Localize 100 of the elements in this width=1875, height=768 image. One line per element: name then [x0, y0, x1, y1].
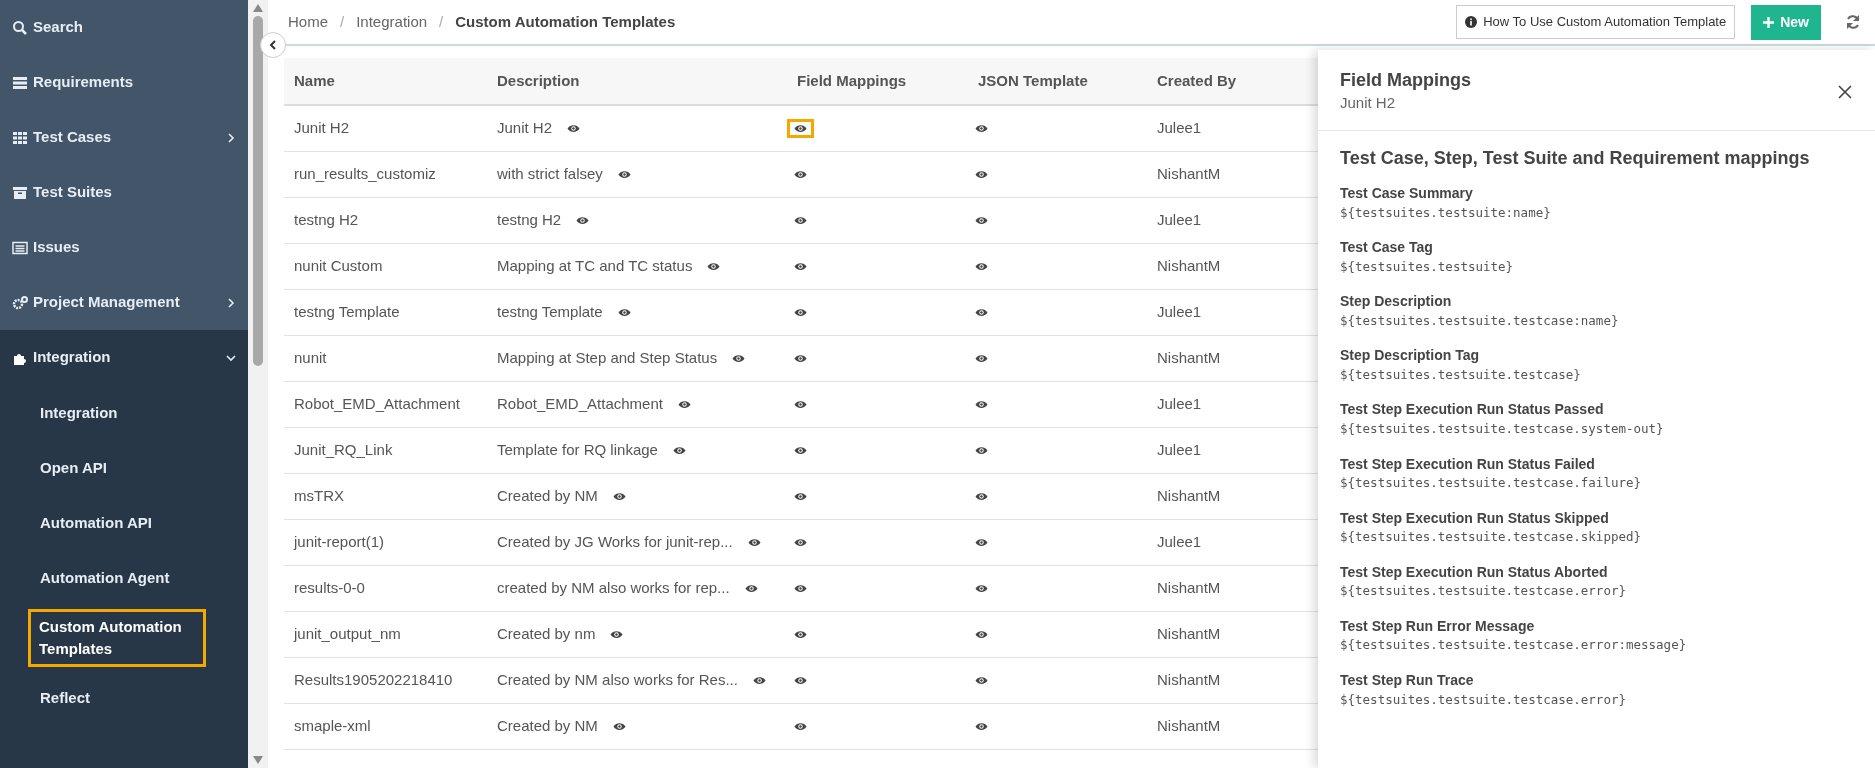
- mapping-value: ${testsuites.testsuite}: [1340, 257, 1515, 276]
- table-cell: nunit Custom: [294, 256, 383, 274]
- mapping-value: ${testsuites.testsuite.testcase.error:message}: [1340, 636, 1688, 654]
- sidebar-item[interactable]: Issues: [0, 220, 248, 275]
- breadcrumb-item[interactable]: Integration: [356, 10, 428, 34]
- table-cell: run_results_customiz: [294, 164, 436, 182]
- table-cell-text: Mapping at Step and Step Status: [497, 347, 718, 368]
- sidebar-item[interactable]: Integration: [0, 330, 248, 385]
- archive-icon: [12, 184, 28, 201]
- gears-icon: [12, 294, 28, 311]
- table-cell-text: Junit H2: [497, 118, 553, 138]
- table-cell: testng Template: [294, 302, 400, 320]
- column-header: JSON Template: [978, 71, 1088, 89]
- table-cell-text: Created by NM: [497, 485, 598, 506]
- table-cell: NishantM: [1157, 256, 1221, 274]
- table-cell: Julee1: [1157, 210, 1202, 228]
- table-cell-text: Template for RQ linkage: [497, 439, 658, 460]
- column-header: Created By: [1157, 71, 1237, 89]
- mapping-value: ${testsuites.testsuite.testcase}: [1340, 365, 1582, 384]
- table-cell-text: Created by nm: [497, 623, 596, 644]
- mapping-label: Test Case Summary: [1340, 184, 1474, 204]
- mapping-label: Test Step Execution Run Status Failed: [1340, 454, 1596, 474]
- table-cell: NishantM: [1157, 578, 1221, 596]
- sidebar-subitem[interactable]: Open API: [28, 450, 119, 485]
- sidebar-subitem[interactable]: Reflect: [28, 681, 103, 715]
- column-header: Name: [294, 71, 335, 89]
- mapping-label: Test Step Execution Run Status Skipped: [1340, 508, 1610, 528]
- sidebar-item[interactable]: Requirements: [0, 55, 248, 110]
- table-cell-text: Mapping at TC and TC status: [497, 255, 693, 276]
- panel-title: Field Mappings: [1340, 70, 1471, 92]
- grid-icon: [12, 129, 28, 146]
- mapping-value: ${testsuites.testsuite.testcase:name}: [1340, 311, 1620, 330]
- sidebar-item[interactable]: Test Cases: [0, 110, 248, 165]
- table-cell: NishantM: [1157, 624, 1221, 642]
- mapping-label: Test Step Execution Run Status Passed: [1340, 400, 1605, 420]
- table-cell: Junit_RQ_Link: [294, 440, 393, 458]
- table-cell: Robot_EMD_Attachment: [294, 394, 460, 412]
- table-cell: Results1905202218410: [294, 670, 453, 688]
- scrollbar-thumb[interactable]: [253, 16, 263, 366]
- sidebar-subitem[interactable]: Automation API: [28, 505, 164, 540]
- table-cell: smaple-xml: [294, 716, 371, 734]
- table-cell: testng H2: [294, 210, 359, 228]
- mapping-value: ${testsuites.testsuite.testcase.failure}: [1340, 474, 1643, 492]
- panel-subtitle: Junit H2: [1340, 92, 1397, 113]
- breadcrumb-item[interactable]: Home: [288, 10, 328, 34]
- sidebar-item[interactable]: Test Suites: [0, 165, 248, 220]
- plus-icon: [1763, 16, 1775, 28]
- breadcrumb-separator: /: [340, 11, 345, 32]
- sidebar-subitem[interactable]: Automation Agent: [28, 560, 182, 595]
- mapping-value: ${testsuites.testsuite.testcase.system-out}: [1340, 420, 1665, 438]
- help-button[interactable]: How To Use Custom Automation Template: [1456, 5, 1736, 39]
- table-cell: nunit: [294, 348, 327, 366]
- breadcrumb-item: Custom Automation Templates: [455, 11, 676, 32]
- table-cell: NishantM: [1157, 716, 1221, 734]
- table-cell-text: Created by JG Works for junit-rep...: [497, 531, 733, 552]
- view-icon[interactable]: [787, 119, 814, 138]
- mapping-label: Test Step Run Error Message: [1340, 616, 1536, 636]
- mapping-value: ${testsuites.testsuite.testcase.skipped}: [1340, 528, 1643, 546]
- breadcrumb-separator: /: [439, 11, 444, 32]
- refresh-icon[interactable]: [1845, 14, 1861, 30]
- table-cell: junit_output_nm: [294, 624, 401, 642]
- mapping-label: Test Case Tag: [1340, 238, 1434, 258]
- table-cell-text: testng H2: [497, 209, 562, 230]
- mapping-label: Step Description: [1340, 292, 1453, 312]
- scroll-down-icon[interactable]: [253, 756, 263, 764]
- table-cell: results-0-0: [294, 578, 365, 596]
- table-cell-text: Created by NM: [497, 715, 598, 736]
- mapping-label: Test Step Run Trace: [1340, 670, 1475, 690]
- table-cell: NishantM: [1157, 164, 1221, 182]
- table-cell: junit-report(1): [294, 532, 385, 550]
- column-header: Description: [497, 71, 580, 89]
- table-cell-text: Robot_EMD_Attachment: [497, 393, 663, 414]
- table-cell-text: with strict falsey: [497, 163, 603, 184]
- sidebar-item[interactable]: Project Management: [0, 275, 248, 330]
- search-icon: [12, 19, 28, 36]
- mapping-label: Test Step Execution Run Status Aborted: [1340, 562, 1609, 582]
- column-header: Field Mappings: [797, 71, 907, 89]
- table-cell: NishantM: [1157, 348, 1221, 366]
- mapping-value: ${testsuites.testsuite.testcase.error}: [1340, 690, 1627, 709]
- list-icon: [12, 74, 28, 91]
- table-cell-text: testng Template: [497, 301, 603, 322]
- sidebar-item[interactable]: Search: [0, 0, 248, 55]
- table-cell: Julee1: [1157, 532, 1202, 550]
- sidebar-subitem[interactable]: Integration: [28, 395, 130, 430]
- table-cell: Julee1: [1157, 394, 1202, 412]
- mapping-value: ${testsuites.testsuite:name}: [1340, 203, 1552, 222]
- table-cell: Junit H2: [294, 119, 350, 136]
- info-icon: [1465, 16, 1478, 28]
- table-cell: Julee1: [1157, 440, 1202, 458]
- section-title: Test Case, Step, Test Suite and Requirement mappings: [1340, 147, 1811, 171]
- sidebar-subitem[interactable]: Custom Automation Templates: [28, 609, 206, 667]
- table-cell: Julee1: [1157, 119, 1202, 136]
- chevron-left-icon: [269, 40, 277, 50]
- mapping-value: ${testsuites.testsuite.testcase.error}: [1340, 582, 1627, 600]
- scroll-up-icon[interactable]: [253, 4, 263, 12]
- table-cell-text: created by NM also works for rep...: [497, 577, 730, 598]
- table-cell: NishantM: [1157, 486, 1221, 504]
- mapping-label: Step Description Tag: [1340, 346, 1480, 366]
- table-cell-text: Created by NM also works for Res...: [497, 669, 738, 690]
- table-cell: NishantM: [1157, 670, 1221, 688]
